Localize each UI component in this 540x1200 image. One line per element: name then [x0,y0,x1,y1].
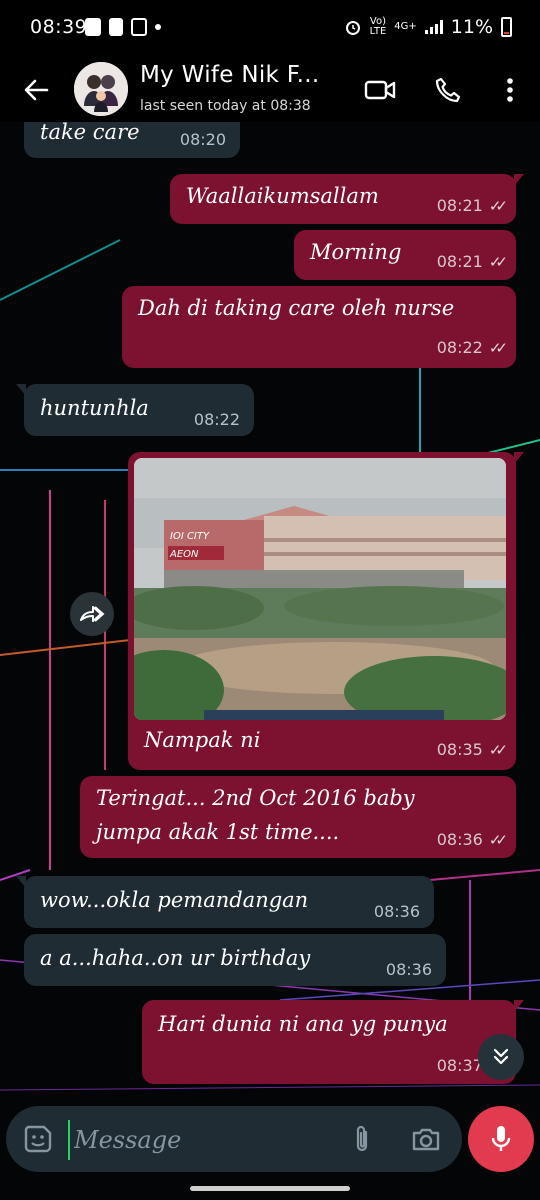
message-incoming[interactable]: a a...haha..on ur birthday 08:36 [24,934,446,986]
back-button[interactable] [18,72,54,108]
read-receipt-icon: ✓✓ [488,252,508,271]
message-time: 08:21 ✓✓ [436,196,508,215]
message-time: 08:20 [179,130,226,149]
app-notification-icon [131,18,147,36]
svg-text:IOI CITY: IOI CITY [170,531,210,542]
message-time: 08:21 ✓✓ [436,252,508,271]
message-time: 08:36 ✓✓ [436,830,508,849]
battery-icon [501,17,512,37]
message-time: 08:22 [193,410,240,429]
message-input[interactable] [68,1120,328,1160]
last-seen-status: last seen today at 08:38 [140,98,311,114]
sticker-emoji-icon [24,1125,52,1153]
signal-icon [424,20,443,34]
read-receipt-icon: ✓✓ [488,740,508,759]
status-indicators: Vo) LTE 4G+ 11% [344,16,512,38]
double-chevron-down-icon [493,1048,509,1065]
read-receipt-icon: ✓✓ [488,830,508,849]
voice-record-button[interactable] [468,1106,534,1172]
camera-icon [412,1128,440,1151]
gesture-nav-handle[interactable] [190,1186,350,1191]
message-composer [6,1106,462,1172]
message-incoming[interactable]: take care 08:20 [24,122,240,158]
photo-content: IOI CITY AEON [134,458,506,720]
message-time: 08:35 ✓✓ [436,740,508,759]
image-message[interactable]: IOI CITY AEON Nampak ni 08:35 ✓✓ [128,452,524,770]
status-bar: 08:39 Vo) LTE 4G+ 11% [0,0,540,58]
message-outgoing[interactable]: Morning 08:21 ✓✓ [294,230,516,280]
data-type-indicator: 4G+ [394,21,417,32]
gallery-notification-icon [85,18,101,36]
volte-indicator: Vo) LTE [369,16,387,37]
paperclip-icon [356,1125,368,1152]
message-outgoing[interactable]: Teringat... 2nd Oct 2016 baby jumpa akak… [80,776,516,858]
video-call-icon [364,80,396,100]
forward-icon [80,606,105,622]
message-outgoing[interactable]: Hari dunia ni ana yg punya 08:37✓✓ [142,1000,524,1084]
more-notifications-icon [155,24,161,30]
phone-icon [435,77,461,103]
attach-button[interactable] [346,1123,378,1155]
read-receipt-icon: ✓✓ [488,338,508,357]
svg-text:AEON: AEON [169,549,199,560]
message-time: 08:36 [385,960,432,979]
microphone-icon [491,1126,511,1151]
emoji-button[interactable] [22,1123,54,1155]
contact-avatar[interactable] [74,62,128,116]
more-options-button[interactable] [492,72,528,108]
message-outgoing[interactable]: Waallaikumsallam 08:21 ✓✓ [170,174,524,224]
contact-name[interactable]: My Wife Nik F... [140,62,319,88]
voice-call-button[interactable] [430,72,466,108]
message-time: 08:22 ✓✓ [436,338,508,357]
shared-photo[interactable]: IOI CITY AEON [134,458,506,720]
notification-icons [85,18,161,36]
alert-notification-icon [109,18,123,36]
alarm-icon [345,21,360,35]
forward-button[interactable] [70,592,114,636]
back-arrow-icon [24,79,49,101]
avatar-image [74,62,128,116]
scroll-to-bottom-button[interactable] [478,1034,524,1080]
video-call-button[interactable] [362,72,398,108]
read-receipt-icon: ✓✓ [488,196,508,215]
camera-button[interactable] [408,1123,444,1155]
chat-header: My Wife Nik F... last seen today at 08:3… [0,58,540,122]
message-outgoing[interactable]: Dah di taking care oleh nurse 08:22 ✓✓ [122,286,516,368]
more-options-icon [507,78,513,102]
status-time: 08:39 [30,16,88,38]
battery-percent: 11% [450,16,493,38]
message-incoming[interactable]: huntunhla 08:22 [16,384,254,436]
message-incoming[interactable]: wow...okla pemandangan 08:36 [16,876,434,928]
message-time: 08:36 [373,902,420,921]
